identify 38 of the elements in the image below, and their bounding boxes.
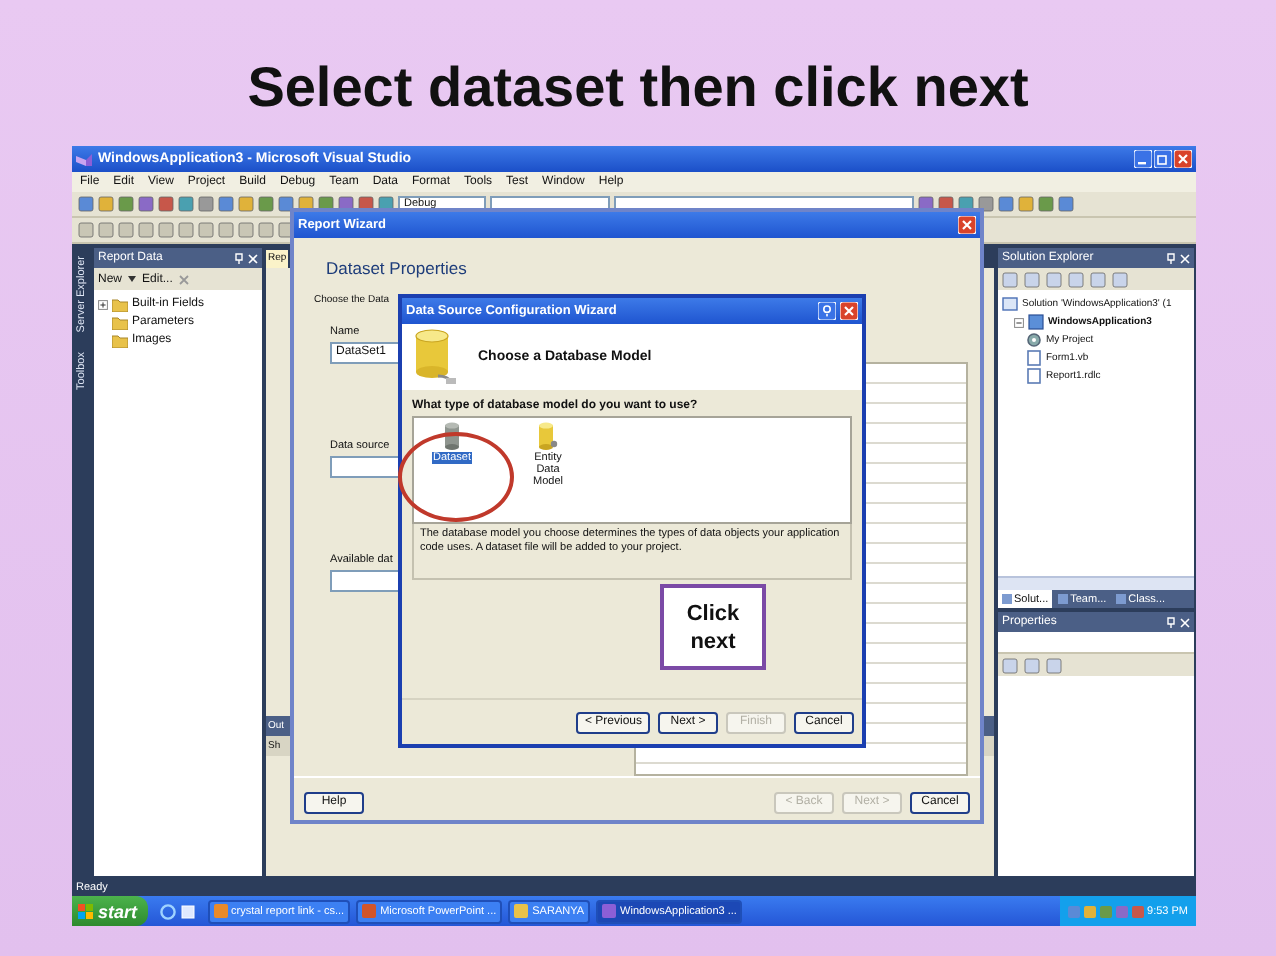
caret-icon[interactable] xyxy=(128,276,137,282)
desktop-icon[interactable] xyxy=(179,903,196,919)
project-icon xyxy=(1028,314,1044,330)
flag-icon xyxy=(78,903,94,919)
annotation-callout: Click next xyxy=(660,584,766,670)
expand-icon[interactable] xyxy=(98,299,108,309)
delete-icon[interactable] xyxy=(178,273,191,285)
pin-icon[interactable] xyxy=(1166,252,1176,264)
close-icon[interactable] xyxy=(1180,253,1190,263)
folder-icon xyxy=(514,904,529,918)
help-icon[interactable] xyxy=(818,302,836,320)
start-button[interactable]: start xyxy=(72,896,148,926)
dialog-heading: Dataset Properties xyxy=(326,258,469,278)
close-icon[interactable] xyxy=(1174,150,1192,168)
tab-icon xyxy=(1002,594,1012,604)
settings-icon xyxy=(1026,332,1042,348)
pin-icon[interactable] xyxy=(1166,616,1176,628)
database-icon xyxy=(410,328,458,386)
app-icon xyxy=(213,904,228,918)
close-icon[interactable] xyxy=(248,253,258,263)
close-icon[interactable] xyxy=(1180,617,1190,627)
solution-icon xyxy=(1002,296,1018,312)
scrollbar[interactable] xyxy=(998,576,1194,590)
tab-icon xyxy=(1116,594,1127,604)
browser-icon[interactable] xyxy=(159,903,176,919)
app-icon xyxy=(602,904,617,918)
pin-icon[interactable] xyxy=(234,252,244,264)
tab-icon xyxy=(1058,594,1069,604)
close-icon[interactable] xyxy=(840,302,858,320)
restore-icon[interactable] xyxy=(1154,150,1172,168)
minimize-icon[interactable] xyxy=(1134,150,1152,168)
highlight-ellipse xyxy=(398,432,514,522)
app-icon xyxy=(362,904,377,918)
studio-logo-icon xyxy=(76,151,92,167)
database-icon[interactable] xyxy=(538,422,558,450)
slide-title: Select dataset then click next xyxy=(245,54,1031,122)
close-icon[interactable] xyxy=(958,216,976,234)
collapse-icon[interactable] xyxy=(1014,317,1024,327)
